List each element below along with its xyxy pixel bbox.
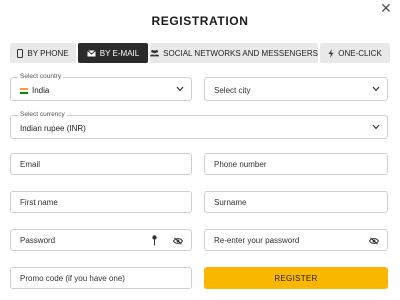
modal-title: REGISTRATION	[151, 14, 249, 28]
currency-value: Indian rupee (INR)	[20, 124, 86, 133]
tab-by-email[interactable]: BY E-MAIL	[78, 43, 148, 63]
chevron-down-icon	[372, 124, 380, 130]
surname-field[interactable]: Surname	[204, 191, 388, 213]
tab-label: SOCIAL NETWORKS AND MESSENGERS	[163, 48, 318, 58]
city-select[interactable]: Select city	[204, 77, 388, 101]
first-name-placeholder: First name	[20, 198, 58, 207]
lightning-icon	[328, 48, 334, 58]
tab-label: BY E-MAIL	[99, 48, 140, 58]
key-icon[interactable]	[152, 235, 157, 246]
email-placeholder: Email	[20, 160, 41, 169]
currency-select[interactable]: Select currency Indian rupee (INR)	[10, 111, 388, 139]
chevron-down-icon	[372, 86, 380, 92]
registration-tabs: BY PHONE BY E-MAIL SOCIAL NETWORKS AND M…	[10, 43, 390, 63]
envelope-icon	[86, 49, 96, 56]
password-field[interactable]: Password	[10, 229, 192, 251]
country-select[interactable]: Select country India	[10, 73, 192, 101]
phone-number-field[interactable]: Phone number	[204, 153, 388, 175]
phone-icon	[17, 48, 24, 58]
eye-slash-icon[interactable]	[369, 237, 379, 245]
register-button[interactable]: REGISTER	[204, 267, 388, 289]
promo-placeholder: Promo code (if you have one)	[20, 274, 125, 283]
tab-social-networks[interactable]: SOCIAL NETWORKS AND MESSENGERS	[150, 43, 318, 63]
registration-modal: REGISTRATION ✕ BY PHONE BY E-MAIL SOCIAL…	[0, 0, 400, 300]
currency-label: Select currency	[18, 111, 67, 118]
eye-slash-icon[interactable]	[173, 237, 183, 245]
promo-code-field[interactable]: Promo code (if you have one)	[10, 267, 192, 289]
re-enter-password-field[interactable]: Re-enter your password	[204, 229, 388, 251]
city-placeholder: Select city	[214, 86, 251, 95]
password-placeholder: Password	[20, 236, 56, 245]
chevron-down-icon	[176, 86, 184, 92]
tab-by-phone[interactable]: BY PHONE	[10, 43, 76, 63]
tab-label: ONE-CLICK	[338, 48, 382, 58]
country-label: Select country	[18, 73, 64, 80]
tab-one-click[interactable]: ONE-CLICK	[320, 43, 390, 63]
phone-placeholder: Phone number	[214, 160, 267, 169]
tab-label: BY PHONE	[27, 48, 69, 58]
email-field[interactable]: Email	[10, 153, 192, 175]
first-name-field[interactable]: First name	[10, 191, 192, 213]
repassword-placeholder: Re-enter your password	[214, 236, 300, 245]
close-icon[interactable]: ✕	[379, 1, 393, 15]
people-icon	[150, 50, 160, 57]
india-flag-icon	[20, 87, 28, 94]
country-value: India	[32, 86, 50, 95]
surname-placeholder: Surname	[214, 198, 247, 207]
